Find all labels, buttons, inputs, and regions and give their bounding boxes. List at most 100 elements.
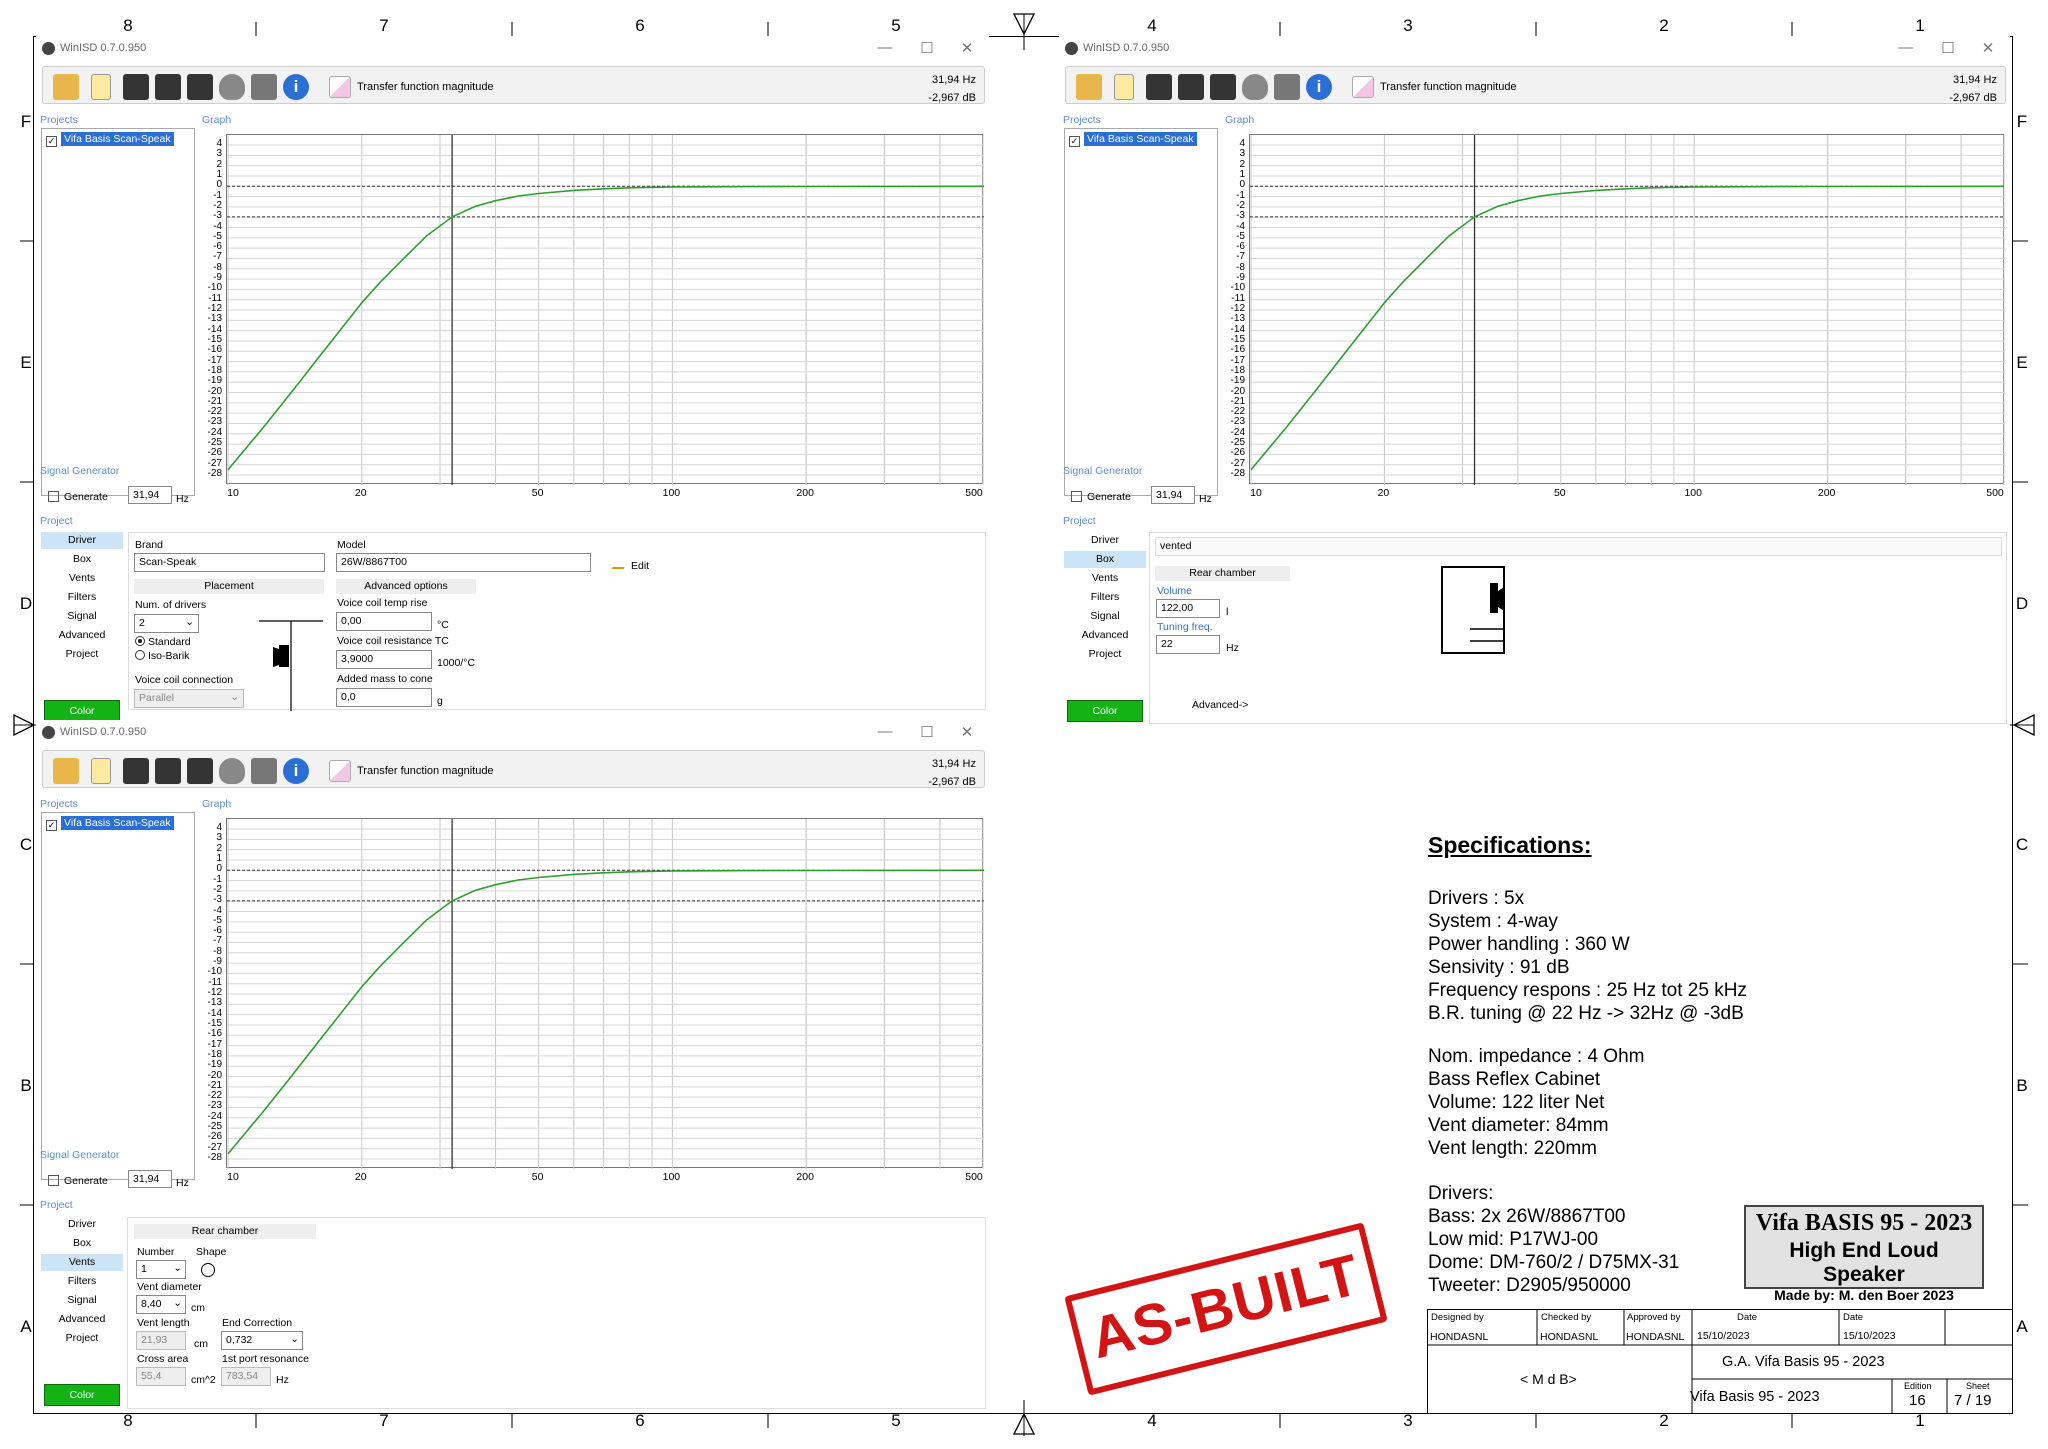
close-icon[interactable]: ✕ bbox=[957, 723, 977, 741]
tools-icon[interactable] bbox=[251, 74, 277, 100]
minimize-icon[interactable]: — bbox=[875, 39, 895, 56]
generate-checkbox[interactable]: Generate bbox=[1071, 491, 1131, 503]
project-list[interactable]: ✓ Vifa Basis Scan-Speak bbox=[1064, 128, 1218, 496]
nav-driver[interactable]: Driver bbox=[41, 532, 123, 549]
generate-frequency-field[interactable]: 31,94 bbox=[1151, 486, 1195, 504]
project-list[interactable]: ✓ Vifa Basis Scan-Speak bbox=[41, 128, 195, 496]
nav-vents[interactable]: Vents bbox=[41, 570, 123, 587]
port-resonance-field[interactable]: 783,54 bbox=[221, 1367, 271, 1386]
nav-vents[interactable]: Vents bbox=[1064, 570, 1146, 587]
graph-type-icon[interactable] bbox=[329, 76, 351, 98]
open-icon[interactable] bbox=[53, 758, 79, 784]
tools-icon[interactable] bbox=[1274, 74, 1300, 100]
nav-advanced[interactable]: Advanced bbox=[41, 1311, 123, 1328]
nav-driver[interactable]: Driver bbox=[1064, 532, 1146, 549]
save-all-icon[interactable] bbox=[187, 74, 213, 100]
color-button[interactable]: Color bbox=[1067, 700, 1143, 722]
length-field[interactable]: 21,93 bbox=[136, 1331, 186, 1350]
save-all-icon[interactable] bbox=[187, 758, 213, 784]
info-icon[interactable]: i bbox=[1306, 74, 1332, 100]
nav-box[interactable]: Box bbox=[41, 551, 123, 568]
vc-temp-field[interactable]: 0,00 bbox=[336, 612, 432, 631]
close-icon[interactable]: ✕ bbox=[957, 39, 977, 57]
minimize-icon[interactable]: — bbox=[875, 723, 895, 740]
standard-radio[interactable]: Standard bbox=[135, 636, 191, 648]
nav-filters[interactable]: Filters bbox=[41, 1273, 123, 1290]
save-all-icon[interactable] bbox=[1210, 74, 1236, 100]
number-select[interactable]: 1 ⌄ bbox=[136, 1260, 186, 1279]
minimize-icon[interactable]: — bbox=[1896, 39, 1916, 56]
save-as-icon[interactable] bbox=[155, 74, 181, 100]
nav-signal[interactable]: Signal bbox=[41, 1292, 123, 1309]
box-type-field[interactable]: vented bbox=[1155, 537, 2002, 556]
maximize-icon[interactable]: ☐ bbox=[1938, 39, 1958, 57]
isobarik-radio[interactable]: Iso-Barik bbox=[135, 650, 189, 662]
num-drivers-select[interactable]: 2 ⌄ bbox=[134, 614, 199, 633]
driver-icon[interactable] bbox=[219, 74, 245, 100]
nav-filters[interactable]: Filters bbox=[41, 589, 123, 606]
nav-box[interactable]: Box bbox=[41, 1235, 123, 1252]
open-icon[interactable] bbox=[53, 74, 79, 100]
volume-field[interactable]: 122,00 bbox=[1156, 599, 1220, 618]
nav-advanced[interactable]: Advanced bbox=[1064, 627, 1146, 644]
checkbox-checked-icon[interactable]: ✓ bbox=[1069, 136, 1080, 147]
checkbox-icon[interactable] bbox=[1071, 491, 1082, 502]
nav-project[interactable]: Project bbox=[41, 646, 123, 663]
checkbox-checked-icon[interactable]: ✓ bbox=[46, 136, 57, 147]
added-mass-field[interactable]: 0,0 bbox=[336, 688, 432, 707]
color-button[interactable]: Color bbox=[44, 1384, 120, 1406]
graph-type-icon[interactable] bbox=[1352, 76, 1374, 98]
tuning-field[interactable]: 22 bbox=[1156, 635, 1220, 654]
color-button[interactable]: Color bbox=[44, 700, 120, 722]
nav-project[interactable]: Project bbox=[1064, 646, 1146, 663]
edit-button[interactable]: Edit bbox=[611, 557, 649, 572]
tools-icon[interactable] bbox=[251, 758, 277, 784]
maximize-icon[interactable]: ☐ bbox=[917, 723, 937, 741]
advanced-link[interactable]: Advanced-> bbox=[1192, 699, 1248, 711]
vc-connection-select[interactable]: Parallel ⌄ bbox=[134, 689, 244, 708]
save-icon[interactable] bbox=[123, 74, 149, 100]
info-icon[interactable]: i bbox=[283, 758, 309, 784]
nav-box[interactable]: Box bbox=[1064, 551, 1146, 568]
nav-vents[interactable]: Vents bbox=[41, 1254, 123, 1271]
save-icon[interactable] bbox=[1146, 74, 1172, 100]
generate-checkbox[interactable]: Generate bbox=[48, 1175, 108, 1187]
nav-project[interactable]: Project bbox=[41, 1330, 123, 1347]
driver-icon[interactable] bbox=[1242, 74, 1268, 100]
new-file-icon[interactable] bbox=[1114, 74, 1134, 100]
vc-res-field[interactable]: 3,9000 bbox=[336, 650, 432, 669]
generate-checkbox[interactable]: Generate bbox=[48, 491, 108, 503]
project-item[interactable]: ✓ Vifa Basis Scan-Speak bbox=[46, 816, 174, 831]
project-item[interactable]: ✓ Vifa Basis Scan-Speak bbox=[1069, 132, 1197, 147]
checkbox-icon[interactable] bbox=[48, 1175, 59, 1186]
project-item[interactable]: ✓ Vifa Basis Scan-Speak bbox=[46, 132, 174, 147]
end-correction-select[interactable]: 0,732 ⌄ bbox=[221, 1331, 303, 1350]
save-as-icon[interactable] bbox=[1178, 74, 1204, 100]
model-field[interactable]: 26W/8867T00 bbox=[336, 553, 591, 572]
nav-driver[interactable]: Driver bbox=[41, 1216, 123, 1233]
driver-icon[interactable] bbox=[219, 758, 245, 784]
generate-frequency-field[interactable]: 31,94 bbox=[128, 486, 172, 504]
spec-line: Tweeter: D2905/950000 bbox=[1428, 1275, 1631, 1296]
checkbox-checked-icon[interactable]: ✓ bbox=[46, 820, 57, 831]
info-icon[interactable]: i bbox=[283, 74, 309, 100]
graph-type-icon[interactable] bbox=[329, 760, 351, 782]
close-icon[interactable]: ✕ bbox=[1978, 39, 1998, 57]
new-file-icon[interactable] bbox=[91, 74, 111, 100]
maximize-icon[interactable]: ☐ bbox=[917, 39, 937, 57]
checkbox-icon[interactable] bbox=[48, 491, 59, 502]
nav-signal[interactable]: Signal bbox=[1064, 608, 1146, 625]
nav-signal[interactable]: Signal bbox=[41, 608, 123, 625]
cross-area-field[interactable]: 55,4 bbox=[136, 1367, 186, 1386]
open-icon[interactable] bbox=[1076, 74, 1102, 100]
diameter-select[interactable]: 8,40 ⌄ bbox=[136, 1295, 186, 1314]
brand-field[interactable]: Scan-Speak bbox=[134, 553, 325, 572]
project-list[interactable]: ✓ Vifa Basis Scan-Speak bbox=[41, 812, 195, 1180]
nav-advanced[interactable]: Advanced bbox=[41, 627, 123, 644]
save-as-icon[interactable] bbox=[155, 758, 181, 784]
generate-frequency-field[interactable]: 31,94 bbox=[128, 1170, 172, 1188]
round-shape-icon[interactable] bbox=[201, 1263, 215, 1277]
nav-filters[interactable]: Filters bbox=[1064, 589, 1146, 606]
save-icon[interactable] bbox=[123, 758, 149, 784]
new-file-icon[interactable] bbox=[91, 758, 111, 784]
